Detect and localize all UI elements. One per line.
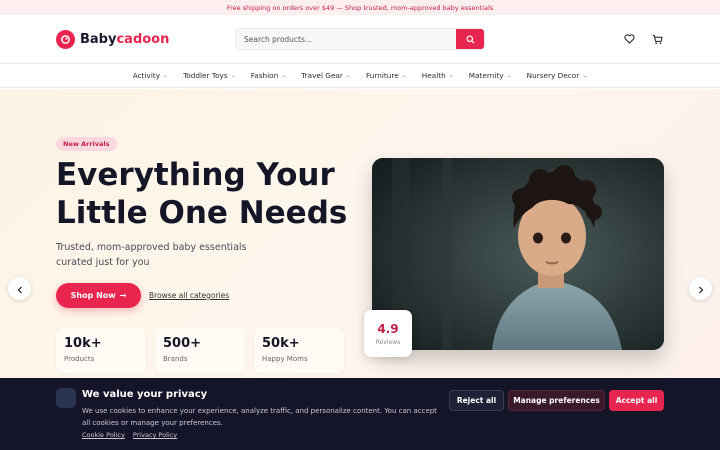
cart-icon[interactable]: [650, 32, 664, 46]
chevron-down-icon: ⌄: [582, 72, 588, 79]
cookie-icon: [56, 388, 76, 408]
hero-image: [372, 158, 664, 350]
hero-headline: Everything Your Little One Needs: [56, 157, 348, 231]
new-arrivals-badge: New Arrivals: [56, 137, 117, 151]
stat-products: 10k+ Products: [56, 328, 146, 373]
stat-brands: 500+ Brands: [155, 328, 245, 373]
cookie-policy-link[interactable]: Cookie Policy: [82, 431, 125, 439]
cookie-text: We use cookies to enhance your experienc…: [82, 407, 437, 427]
nav-item-fashion[interactable]: Fashion ⌄: [251, 71, 287, 80]
logo-text: Babycadoon: [80, 31, 170, 47]
promo-bar: Free shipping on orders over $49 — Shop …: [0, 0, 720, 15]
stat-label: Products: [64, 355, 95, 363]
category-nav: Activity ⌄ Toddler Toys ⌄ Fashion ⌄ Travel …: [0, 64, 720, 88]
browse-categories-link[interactable]: Browse all categories: [149, 291, 229, 300]
chevron-down-icon: ⌄: [345, 72, 351, 79]
logo-icon: [56, 29, 75, 49]
search-button[interactable]: [456, 29, 484, 49]
search-bar: [235, 28, 485, 50]
search-icon: [465, 32, 475, 47]
chevron-down-icon: ⌄: [448, 72, 454, 79]
rating-label: Reviews: [375, 338, 401, 346]
chevron-down-icon: ⌄: [401, 72, 407, 79]
reject-all-button[interactable]: Reject all: [449, 390, 504, 411]
stat-value: 10k+: [64, 336, 102, 351]
nav-item-activity[interactable]: Activity ⌄: [133, 71, 168, 80]
accept-all-button[interactable]: Accept all: [609, 390, 664, 411]
chevron-right-icon: [697, 279, 705, 298]
search-input[interactable]: [236, 29, 456, 49]
carousel-prev-button[interactable]: [8, 277, 31, 300]
chevron-down-icon: ⌄: [230, 72, 236, 79]
nav-item-travel-gear[interactable]: Travel Gear ⌄: [301, 71, 351, 80]
nav-item-furniture[interactable]: Furniture ⌄: [366, 71, 407, 80]
stat-value: 500+: [163, 336, 202, 351]
cookie-title: We value your privacy: [82, 389, 208, 400]
hero-subtitle: Trusted, mom-approved baby essentials cu…: [56, 242, 247, 268]
rating-value: 4.9: [377, 321, 399, 336]
nav-item-nursery-decor[interactable]: Nursery Decor ⌄: [527, 71, 588, 80]
cookie-banner: We value your privacy We use cookies to …: [0, 378, 720, 450]
nav-item-maternity[interactable]: Maternity ⌄: [469, 71, 512, 80]
logo[interactable]: Babycadoon: [56, 29, 170, 49]
heart-icon[interactable]: [622, 32, 636, 46]
shop-now-button[interactable]: Shop Now →: [56, 283, 141, 308]
stat-label: Happy Moms: [262, 355, 308, 363]
promo-text: Free shipping on orders over $49 — Shop …: [226, 3, 494, 12]
stat-label: Brands: [163, 355, 188, 363]
chevron-down-icon: ⌄: [506, 72, 512, 79]
nav-item-toddler-toys[interactable]: Toddler Toys ⌄: [183, 71, 236, 80]
site-header: Babycadoon: [0, 15, 720, 64]
chevron-down-icon: ⌄: [163, 72, 169, 79]
hero-section: New Arrivals Everything Your Little One …: [0, 89, 720, 379]
nav-item-health[interactable]: Health ⌄: [422, 71, 454, 80]
rating-card: 4.9 Reviews: [364, 310, 412, 357]
manage-preferences-button[interactable]: Manage preferences: [508, 390, 605, 411]
chevron-left-icon: [16, 279, 24, 298]
carousel-next-button[interactable]: [689, 277, 712, 300]
stat-value: 50k+: [262, 336, 300, 351]
chevron-down-icon: ⌄: [281, 72, 287, 79]
stat-happy-moms: 50k+ Happy Moms: [254, 328, 344, 373]
arrow-right-icon: →: [119, 291, 127, 300]
privacy-policy-link[interactable]: Privacy Policy: [133, 431, 177, 439]
